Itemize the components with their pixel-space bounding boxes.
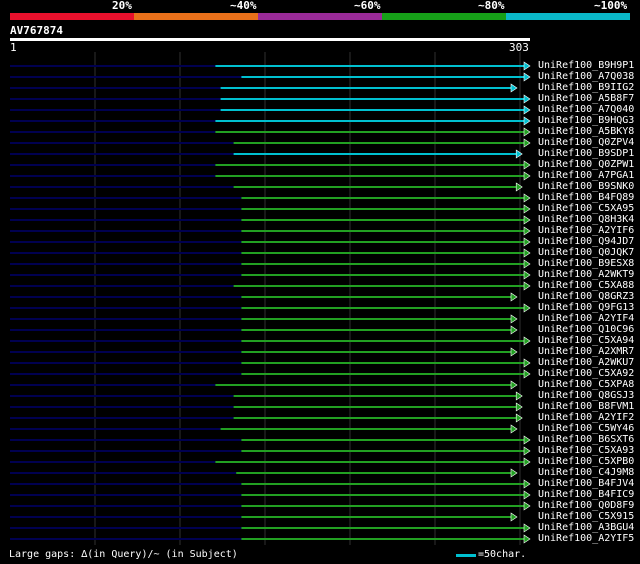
hit-label[interactable]: UniRef100_A3BGU4 — [538, 522, 634, 533]
hit-label[interactable]: UniRef100_Q8GSJ3 — [538, 390, 634, 401]
alignment-arrow-icon — [523, 336, 531, 346]
hit-label[interactable]: UniRef100_B8FVM1 — [538, 401, 634, 412]
hit-label[interactable]: UniRef100_Q9FG13 — [538, 302, 634, 313]
hit-label[interactable]: UniRef100_Q0ZPV4 — [538, 137, 634, 148]
alignment-arrow-icon — [523, 369, 531, 379]
alignment-arrow-icon — [523, 435, 531, 445]
hit-label[interactable]: UniRef100_C5XA94 — [538, 335, 634, 346]
hit-label[interactable]: UniRef100_C5XA88 — [538, 280, 634, 291]
hit-label[interactable]: UniRef100_A7PGA1 — [538, 170, 634, 181]
alignment-arrow-icon — [523, 116, 531, 126]
hit-label[interactable]: UniRef100_B9ESX8 — [538, 258, 634, 269]
alignment-arrow-icon — [523, 226, 531, 236]
hit-label[interactable]: UniRef100_Q0JQK7 — [538, 247, 634, 258]
alignment-arrow-icon — [515, 182, 523, 192]
alignment-arrow-icon — [510, 424, 518, 434]
alignment-arrow-icon — [523, 171, 531, 181]
hit-label[interactable]: UniRef100_C5WY46 — [538, 423, 634, 434]
hit-label[interactable]: UniRef100_C5XPB0 — [538, 456, 634, 467]
alignment-arrow-icon — [523, 501, 531, 511]
alignment-arrow-icon — [523, 127, 531, 137]
alignment-arrow-icon — [523, 61, 531, 71]
alignment-arrow-icon — [510, 468, 518, 478]
alignment-arrow-icon — [523, 457, 531, 467]
alignment-arrow-icon — [510, 83, 518, 93]
hit-label[interactable]: UniRef100_Q0ZPW1 — [538, 159, 634, 170]
hit-label[interactable]: UniRef100_B4FIC9 — [538, 489, 634, 500]
hit-label[interactable]: UniRef100_Q10C96 — [538, 324, 634, 335]
hit-label[interactable]: UniRef100_A2XMR7 — [538, 346, 634, 357]
alignment-arrow-icon — [523, 281, 531, 291]
alignment-arrow-icon — [523, 105, 531, 115]
hit-label[interactable]: UniRef100_A2YIF4 — [538, 313, 634, 324]
scale-label: =50char. — [478, 549, 527, 560]
alignment-arrow-icon — [523, 160, 531, 170]
alignment-arrow-icon — [515, 149, 523, 159]
alignment-arrow-icon — [523, 237, 531, 247]
hit-label[interactable]: UniRef100_A5BKY8 — [538, 126, 634, 137]
alignment-arrow-icon — [515, 402, 523, 412]
alignment-arrow-icon — [523, 479, 531, 489]
hit-label[interactable]: UniRef100_B4FQ89 — [538, 192, 634, 203]
alignment-arrow-icon — [510, 347, 518, 357]
hit-label[interactable]: UniRef100_A2YIF6 — [538, 225, 634, 236]
hit-label[interactable]: UniRef100_B9IIG2 — [538, 82, 634, 93]
hit-label[interactable]: UniRef100_Q8GRZ3 — [538, 291, 634, 302]
alignment-arrow-icon — [515, 391, 523, 401]
alignment-arrow-icon — [510, 292, 518, 302]
alignment-arrow-icon — [510, 380, 518, 390]
hit-label[interactable]: UniRef100_C4J9M8 — [538, 467, 634, 478]
alignment-arrow-icon — [523, 358, 531, 368]
hit-label[interactable]: UniRef100_C5XPA8 — [538, 379, 634, 390]
hit-label[interactable]: UniRef100_C5XA92 — [538, 368, 634, 379]
footer-gap-legend: Large gaps: ∆(in Query)/~ (in Subject) — [9, 549, 238, 560]
hit-label[interactable]: UniRef100_B6SXT6 — [538, 434, 634, 445]
alignment-arrow-icon — [523, 523, 531, 533]
alignment-arrow-icon — [523, 534, 531, 544]
hit-label[interactable]: UniRef100_A7Q040 — [538, 104, 634, 115]
hit-label[interactable]: UniRef100_A2WKT9 — [538, 269, 634, 280]
alignment-arrow-icon — [523, 193, 531, 203]
hit-label[interactable]: UniRef100_B9H9P1 — [538, 60, 634, 71]
hit-label[interactable]: UniRef100_A2YIF2 — [538, 412, 634, 423]
alignment-arrow-icon — [523, 215, 531, 225]
hit-label[interactable]: UniRef100_Q0D8F9 — [538, 500, 634, 511]
alignment-arrow-icon — [523, 259, 531, 269]
alignment-arrow-icon — [523, 303, 531, 313]
hit-label[interactable]: UniRef100_B9HQG3 — [538, 115, 634, 126]
hit-label[interactable]: UniRef100_B9SDP1 — [538, 148, 634, 159]
hit-label[interactable]: UniRef100_Q8H3K4 — [538, 214, 634, 225]
alignment-arrow-icon — [523, 138, 531, 148]
hit-label[interactable]: UniRef100_B4FJV4 — [538, 478, 634, 489]
hit-label[interactable]: UniRef100_A5B8F7 — [538, 93, 634, 104]
alignment-arrow-icon — [510, 314, 518, 324]
alignment-arrow-icon — [523, 72, 531, 82]
alignment-arrow-icon — [523, 94, 531, 104]
hit-label[interactable]: UniRef100_C5XA95 — [538, 203, 634, 214]
hit-label[interactable]: UniRef100_Q94JD7 — [538, 236, 634, 247]
alignment-arrow-icon — [523, 446, 531, 456]
hit-label[interactable]: UniRef100_A2YIF5 — [538, 533, 634, 544]
scale-bar — [456, 554, 476, 557]
alignment-arrow-icon — [523, 204, 531, 214]
hit-label[interactable]: UniRef100_A2WKU7 — [538, 357, 634, 368]
alignment-arrow-icon — [523, 490, 531, 500]
hit-label[interactable]: UniRef100_B9SNK0 — [538, 181, 634, 192]
alignment-arrow-icon — [515, 413, 523, 423]
alignment-arrow-icon — [510, 512, 518, 522]
hit-label[interactable]: UniRef100_C5X915 — [538, 511, 634, 522]
hit-label[interactable]: UniRef100_A7Q038 — [538, 71, 634, 82]
hit-label[interactable]: UniRef100_C5XA93 — [538, 445, 634, 456]
alignment-arrow-icon — [523, 248, 531, 258]
alignment-arrow-icon — [510, 325, 518, 335]
alignment-arrow-icon — [523, 270, 531, 280]
